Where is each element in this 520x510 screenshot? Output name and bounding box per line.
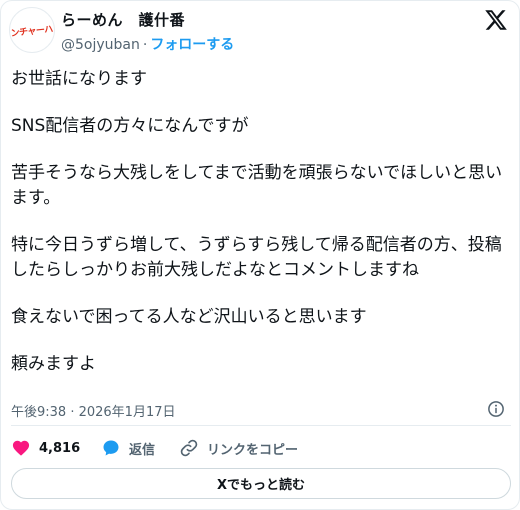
reply-button[interactable]: 返信 xyxy=(101,437,155,459)
user-subline: @5ojyuban · フォローする xyxy=(61,34,234,54)
separator-dot: · xyxy=(142,37,148,53)
user-handle[interactable]: @5ojyuban xyxy=(61,37,140,53)
tweet-paragraph: 特に今日うずら増して、うずらすら残して帰る配信者の方、投稿したらしっかりお前大残… xyxy=(11,235,502,280)
link-icon xyxy=(180,439,198,457)
copy-link-button[interactable]: リンクをコピー xyxy=(179,437,298,459)
like-button[interactable]: 4,816 xyxy=(11,437,80,459)
follow-button[interactable]: フォローする xyxy=(150,37,234,53)
x-logo-icon[interactable] xyxy=(484,8,508,32)
avatar-logo-text: ワンチャーハン xyxy=(9,23,55,40)
tweet-card: ワンチャーハン らーめん 護什番 @5ojyuban · フォローする お世話になり… xyxy=(0,0,520,510)
heart-icon xyxy=(12,440,30,456)
reply-bubble-icon xyxy=(103,440,119,456)
tweet-paragraph: 食えないで困ってる人など沢山いると思います xyxy=(11,307,367,327)
divider xyxy=(11,425,511,426)
display-name[interactable]: らーめん 護什番 xyxy=(61,9,185,30)
tweet-paragraph: 苦手そうなら大残しをしてまで活動を頑張らないでほしいと思います。 xyxy=(11,163,503,208)
info-icon[interactable] xyxy=(487,400,505,418)
tweet-paragraph: 頼みますよ xyxy=(11,354,96,374)
likes-count: 4,816 xyxy=(39,440,81,456)
read-more-button[interactable]: Xでもっと読む xyxy=(11,468,511,499)
tweet-text: お世話になります SNS配信者の方々になんですが 苦手そうなら大残しをしてまで活… xyxy=(11,67,511,377)
avatar[interactable]: ワンチャーハン xyxy=(9,7,55,53)
tweet-paragraph: SNS配信者の方々になんですが xyxy=(11,116,249,136)
tweet-paragraph: お世話になります xyxy=(11,69,147,89)
tweet-timestamp[interactable]: 午後9:38 · 2026年1月17日 xyxy=(11,401,176,420)
copy-link-label: リンクをコピー xyxy=(207,442,299,458)
reply-label: 返信 xyxy=(129,442,156,458)
